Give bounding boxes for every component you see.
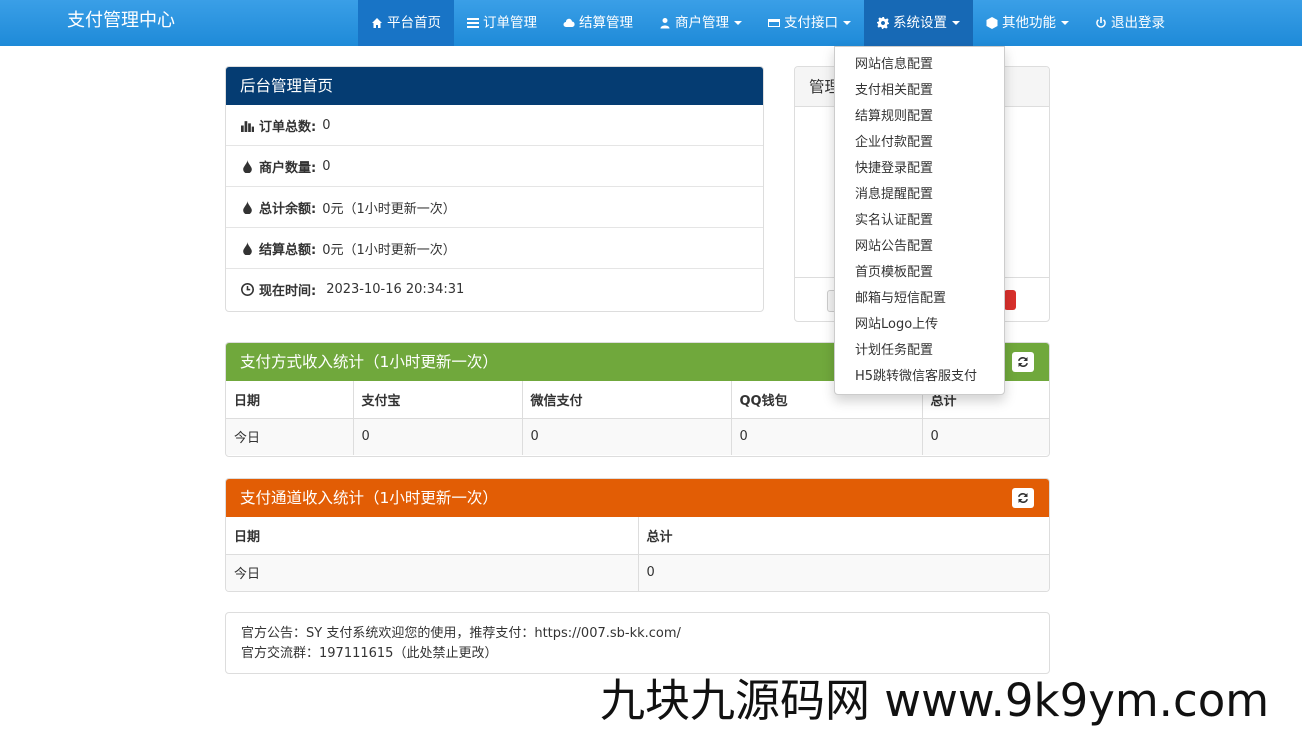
stat-value: 0元（1小时更新一次）: [322, 242, 456, 258]
cell-date: 今日: [226, 553, 639, 591]
nav-label: 支付接口: [784, 15, 838, 31]
nav-label: 退出登录: [1111, 15, 1165, 31]
nav-label: 结算管理: [579, 15, 633, 31]
user-icon: [660, 18, 670, 29]
cell-qq-wallet: 0: [731, 417, 923, 455]
nav-label: 平台首页: [387, 15, 441, 31]
col-wechat: 微信支付: [522, 381, 732, 419]
nav-home[interactable]: 平台首页: [358, 0, 454, 46]
menu-item-homepage-template[interactable]: 首页模板配置: [835, 260, 1004, 286]
channel-table: 日期 总计 今日 0: [226, 517, 1049, 591]
stat-value: 2023-10-16 20:34:31: [326, 282, 465, 297]
panel-title: 支付通道收入统计（1小时更新一次）: [240, 489, 498, 507]
power-icon: [1096, 17, 1106, 28]
stat-label: 总计余额:: [259, 201, 317, 217]
cell-total: 0: [638, 553, 1049, 591]
menu-item-quick-login[interactable]: 快捷登录配置: [835, 156, 1004, 182]
admin-button-red[interactable]: [1004, 290, 1016, 310]
caret-down-icon: [1061, 21, 1069, 25]
stat-label: 订单总数:: [259, 119, 317, 135]
main-nav: 平台首页 订单管理 结算管理 商户管理 支付接口 系统设置 其他功能 退出登录: [358, 0, 1178, 46]
menu-item-notifications[interactable]: 消息提醒配置: [835, 182, 1004, 208]
nav-label: 商户管理: [675, 15, 729, 31]
menu-item-payment-config[interactable]: 支付相关配置: [835, 78, 1004, 104]
nav-settlement[interactable]: 结算管理: [550, 0, 646, 46]
dashboard-title: 后台管理首页: [226, 67, 763, 105]
stat-label: 现在时间:: [259, 284, 317, 299]
list-icon: [467, 18, 479, 28]
caret-down-icon: [952, 21, 960, 25]
cell-wechat: 0: [522, 417, 732, 455]
stat-merchant-count: 商户数量: 0: [226, 146, 763, 187]
watermark-text: 九块九源码网 www.9k9ym.com: [600, 674, 1270, 727]
bar-chart-icon: [241, 120, 254, 132]
stat-total-balance: 总计余额: 0元（1小时更新一次）: [226, 187, 763, 228]
tint-icon: [243, 159, 252, 173]
stat-value: 0: [322, 158, 331, 174]
menu-item-h5-wechat-redirect[interactable]: H5跳转微信客服支付: [835, 364, 1004, 390]
col-alipay: 支付宝: [353, 381, 523, 419]
menu-item-settlement-rules[interactable]: 结算规则配置: [835, 104, 1004, 130]
system-settings-dropdown: 网站信息配置 支付相关配置 结算规则配置 企业付款配置 快捷登录配置 消息提醒配…: [834, 46, 1005, 395]
channel-stats-title: 支付通道收入统计（1小时更新一次）: [226, 479, 1049, 517]
nav-logout[interactable]: 退出登录: [1082, 0, 1178, 46]
nav-orders[interactable]: 订单管理: [454, 0, 550, 46]
col-date: 日期: [226, 517, 639, 555]
stat-value: 0: [322, 117, 331, 133]
stat-order-total: 订单总数: 0: [226, 105, 763, 146]
nav-label: 系统设置: [893, 15, 947, 31]
gear-icon: [877, 17, 889, 29]
nav-label: 订单管理: [483, 15, 537, 31]
menu-item-logo-upload[interactable]: 网站Logo上传: [835, 312, 1004, 338]
menu-item-email-sms[interactable]: 邮箱与短信配置: [835, 286, 1004, 312]
notice-group: 官方交流群：197111615（此处禁止更改）: [241, 646, 498, 661]
panel-title: 支付方式收入统计（1小时更新一次）: [240, 353, 498, 371]
menu-item-site-announcement[interactable]: 网站公告配置: [835, 234, 1004, 260]
refresh-button[interactable]: [1012, 488, 1034, 508]
nav-merchants[interactable]: 商户管理: [646, 0, 755, 46]
channel-stats-panel: 支付通道收入统计（1小时更新一次） 日期 总计 今日 0: [225, 478, 1050, 592]
tint-icon: [243, 200, 252, 214]
dashboard-panel: 后台管理首页 订单总数: 0 商户数量: 0 总计余额: 0元（1小时更新一次）…: [225, 66, 764, 312]
home-icon: [372, 18, 382, 28]
menu-item-cron-tasks[interactable]: 计划任务配置: [835, 338, 1004, 364]
cell-alipay: 0: [353, 417, 523, 455]
menu-item-site-info[interactable]: 网站信息配置: [835, 52, 1004, 78]
top-navbar: 支付管理中心 平台首页 订单管理 结算管理 商户管理 支付接口 系统设置 其他功…: [0, 0, 1302, 46]
table-row: 今日 0: [226, 553, 1049, 591]
nav-system-settings[interactable]: 系统设置: [864, 0, 973, 46]
cell-date: 今日: [226, 417, 354, 455]
nav-other-functions[interactable]: 其他功能: [973, 0, 1082, 46]
caret-down-icon: [843, 21, 851, 25]
refresh-icon: [1018, 356, 1028, 368]
stat-label: 结算总额:: [259, 242, 317, 258]
brand-title[interactable]: 支付管理中心: [67, 0, 175, 46]
stat-label: 商户数量:: [259, 160, 317, 176]
col-total: 总计: [638, 517, 1049, 555]
refresh-button[interactable]: [1012, 352, 1034, 372]
clock-icon: [241, 283, 254, 296]
tint-icon: [243, 241, 252, 255]
credit-card-icon: [768, 19, 780, 27]
menu-item-enterprise-payment[interactable]: 企业付款配置: [835, 130, 1004, 156]
notice-announcement: 官方公告：SY 支付系统欢迎您的使用，推荐支付：https://007.sb-k…: [241, 626, 681, 641]
stat-settlement-total: 结算总额: 0元（1小时更新一次）: [226, 228, 763, 269]
nav-pay-interface[interactable]: 支付接口: [755, 0, 864, 46]
refresh-icon: [1018, 492, 1028, 504]
cell-total: 0: [922, 417, 1049, 455]
col-date: 日期: [226, 381, 354, 419]
caret-down-icon: [734, 21, 742, 25]
table-row: 今日 0 0 0 0: [226, 417, 1049, 455]
stat-value: 0元（1小时更新一次）: [322, 201, 456, 217]
menu-item-realname-auth[interactable]: 实名认证配置: [835, 208, 1004, 234]
nav-label: 其他功能: [1002, 15, 1056, 31]
cloud-icon: [563, 18, 575, 27]
stat-current-time: 现在时间: 2023-10-16 20:34:31: [226, 269, 763, 310]
cube-icon: [986, 17, 998, 29]
